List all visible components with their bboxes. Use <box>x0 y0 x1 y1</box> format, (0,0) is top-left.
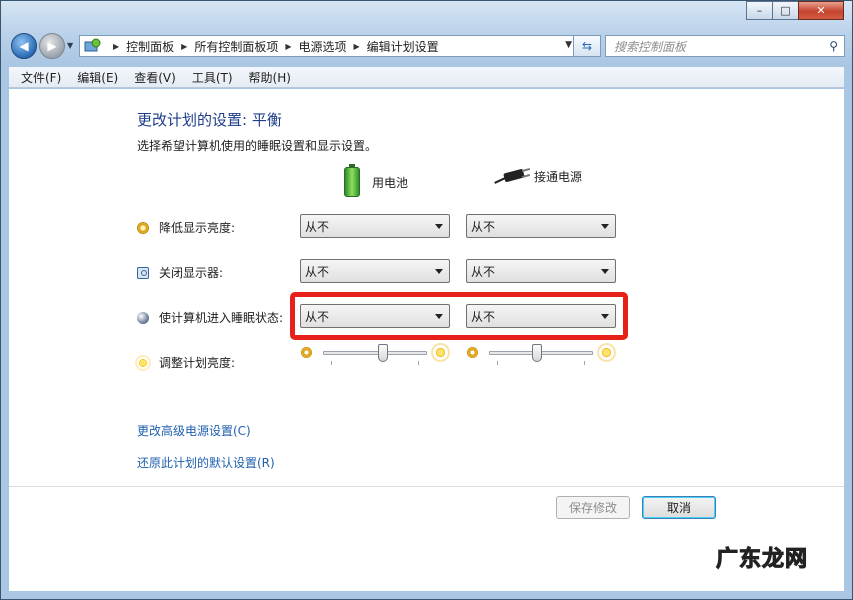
select-value: 从不 <box>471 219 496 234</box>
breadcrumb-item[interactable]: 电源选项 <box>299 38 347 55</box>
restore-defaults-link[interactable]: 还原此计划的默认设置(R) <box>137 454 275 471</box>
power-plug-icon <box>494 167 531 185</box>
column-label-battery: 用电池 <box>372 175 409 190</box>
search-input[interactable]: 搜索控制面板 <box>614 38 686 55</box>
chevron-right-icon[interactable]: ▶ <box>354 42 360 51</box>
refresh-icon: ⇆ <box>581 39 593 53</box>
select-value: 从不 <box>305 219 330 234</box>
dim-display-battery-select[interactable]: 从不 <box>300 214 450 238</box>
menu-edit[interactable]: 编辑(E) <box>69 69 126 86</box>
dropdown-arrow-icon <box>601 224 609 229</box>
forward-button[interactable]: ▶ <box>39 33 65 59</box>
watermark-logo: 广东龙网 <box>715 547 808 573</box>
breadcrumb-item[interactable]: 编辑计划设置 <box>367 38 439 55</box>
recent-pages-dropdown-icon[interactable]: ▼ <box>67 41 73 50</box>
navigation-bar: ◀ ▶ ▼ ▶ 控制面板 ▶ 所有控制面板项 ▶ 电源选项 ▶ 编辑计划设置 ▼ <box>9 31 845 61</box>
setting-label-turn-off-display: 关闭显示器: <box>137 264 223 281</box>
bright-sun-icon <box>433 345 448 360</box>
battery-icon <box>344 164 360 197</box>
maximize-button[interactable]: □ <box>772 1 799 20</box>
setting-label-text: 降低显示亮度: <box>159 221 236 235</box>
menu-file[interactable]: 文件(F) <box>13 69 69 86</box>
dropdown-arrow-icon <box>435 224 443 229</box>
setting-label-dim-display: 降低显示亮度: <box>137 219 235 236</box>
turn-off-display-battery-select[interactable]: 从不 <box>300 259 450 283</box>
select-value: 从不 <box>305 264 330 279</box>
slider-thumb[interactable] <box>378 344 389 362</box>
menu-tools[interactable]: 工具(T) <box>184 69 241 86</box>
chevron-right-icon[interactable]: ▶ <box>181 42 187 51</box>
close-button[interactable]: ✕ <box>798 1 844 20</box>
dropdown-arrow-icon <box>601 269 609 274</box>
brightness-battery-slider[interactable] <box>301 341 451 367</box>
back-button[interactable]: ◀ <box>11 33 37 59</box>
column-label-plugged: 接通电源 <box>534 169 583 184</box>
dropdown-arrow-icon <box>435 269 443 274</box>
slider-ticks <box>331 361 419 366</box>
page-title: 更改计划的设置: 平衡 <box>137 111 282 129</box>
menu-help[interactable]: 帮助(H) <box>241 69 299 86</box>
caption-buttons: – □ ✕ <box>746 1 844 20</box>
column-header-plugged: 接通电源 <box>494 167 582 185</box>
select-value: 从不 <box>471 264 496 279</box>
setting-label-text: 关闭显示器: <box>159 266 224 280</box>
column-header-battery: 用电池 <box>344 164 409 197</box>
refresh-button[interactable]: ⇆ <box>573 35 601 57</box>
sleep-moon-icon <box>137 311 149 324</box>
dim-display-icon <box>137 221 149 234</box>
slider-track[interactable] <box>323 351 427 355</box>
breadcrumb-item[interactable]: 控制面板 <box>126 38 174 55</box>
setting-label-brightness: 调整计划亮度: <box>137 354 235 371</box>
dim-sun-icon <box>301 347 312 358</box>
address-bar[interactable]: ▶ 控制面板 ▶ 所有控制面板项 ▶ 电源选项 ▶ 编辑计划设置 ▼ <box>79 35 579 57</box>
save-button[interactable]: 保存修改 <box>556 496 630 519</box>
slider-ticks <box>497 361 585 366</box>
control-panel-icon <box>84 38 102 54</box>
menu-view[interactable]: 查看(V) <box>126 69 184 86</box>
address-dropdown-icon[interactable]: ▼ <box>565 40 572 50</box>
footer-divider <box>9 486 844 487</box>
breadcrumb-item[interactable]: 所有控制面板项 <box>194 38 278 55</box>
chevron-right-icon: ▶ <box>113 41 120 51</box>
red-highlight-box <box>290 292 628 340</box>
slider-thumb[interactable] <box>531 344 542 362</box>
search-icon[interactable]: ⚲ <box>829 39 838 53</box>
monitor-icon <box>137 266 149 279</box>
setting-label-text: 使计算机进入睡眠状态: <box>159 311 284 325</box>
breadcrumb: ▶ 控制面板 ▶ 所有控制面板项 ▶ 电源选项 ▶ 编辑计划设置 <box>106 38 439 55</box>
turn-off-display-plugged-select[interactable]: 从不 <box>466 259 616 283</box>
window-frame: – □ ✕ ◀ ▶ ▼ ▶ 控制面板 ▶ 所有控制面板项 ▶ 电源选项 ▶ 编辑… <box>0 0 853 600</box>
advanced-power-settings-link[interactable]: 更改高级电源设置(C) <box>137 422 251 439</box>
minimize-button[interactable]: – <box>746 1 773 20</box>
menu-bar: 文件(F) 编辑(E) 查看(V) 工具(T) 帮助(H) <box>9 67 844 88</box>
cancel-button[interactable]: 取消 <box>642 496 716 519</box>
bright-sun-icon <box>599 345 614 360</box>
dim-sun-icon <box>467 347 478 358</box>
setting-label-text: 调整计划亮度: <box>159 356 236 370</box>
dim-display-plugged-select[interactable]: 从不 <box>466 214 616 238</box>
chevron-right-icon[interactable]: ▶ <box>285 42 291 51</box>
content-pane: 更改计划的设置: 平衡 选择希望计算机使用的睡眠设置和显示设置。 用电池 接通电… <box>9 89 844 591</box>
search-box[interactable]: 搜索控制面板 ⚲ <box>605 35 845 57</box>
brightness-plugged-slider[interactable] <box>467 341 617 367</box>
setting-label-sleep: 使计算机进入睡眠状态: <box>137 309 283 326</box>
page-subtitle: 选择希望计算机使用的睡眠设置和显示设置。 <box>137 139 378 153</box>
brightness-sun-icon <box>137 356 149 369</box>
